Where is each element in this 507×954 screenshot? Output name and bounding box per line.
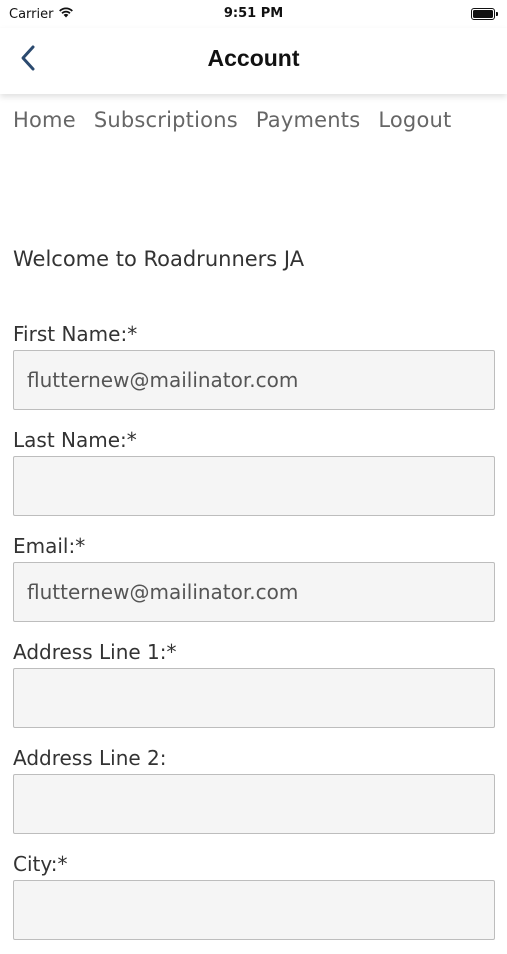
back-button[interactable] — [14, 43, 42, 77]
menu-item-home[interactable]: Home — [13, 108, 76, 132]
email-label: Email:* — [13, 534, 86, 558]
address-line-2-label: Address Line 2: — [13, 746, 167, 770]
city-field[interactable] — [13, 880, 495, 940]
first-name-label: First Name:* — [13, 322, 138, 346]
page-title: Account — [207, 45, 300, 71]
clock: 9:51 PM — [223, 6, 284, 21]
chevron-left-icon — [20, 44, 36, 77]
account-form: First Name:* Last Name:* Email:* Address… — [13, 318, 495, 954]
last-name-field[interactable] — [13, 456, 495, 516]
menu-item-logout[interactable]: Logout — [378, 108, 451, 132]
menu-item-subscriptions[interactable]: Subscriptions — [94, 108, 238, 132]
status-bar: Carrier 9:51 PM — [0, 0, 507, 28]
last-name-label: Last Name:* — [13, 428, 137, 452]
email-field[interactable] — [13, 562, 495, 622]
city-label: City:* — [13, 852, 68, 876]
address-line-2-field[interactable] — [13, 774, 495, 834]
welcome-message: Welcome to Roadrunners JA — [13, 247, 305, 271]
navigation-bar: Account — [0, 28, 507, 94]
address-line-1-field[interactable] — [13, 668, 495, 728]
top-menu: Home Subscriptions Payments Logout — [13, 108, 451, 132]
menu-item-payments[interactable]: Payments — [256, 108, 360, 132]
battery-icon — [471, 8, 498, 20]
address-line-1-label: Address Line 1:* — [13, 640, 177, 664]
first-name-field[interactable] — [13, 350, 495, 410]
